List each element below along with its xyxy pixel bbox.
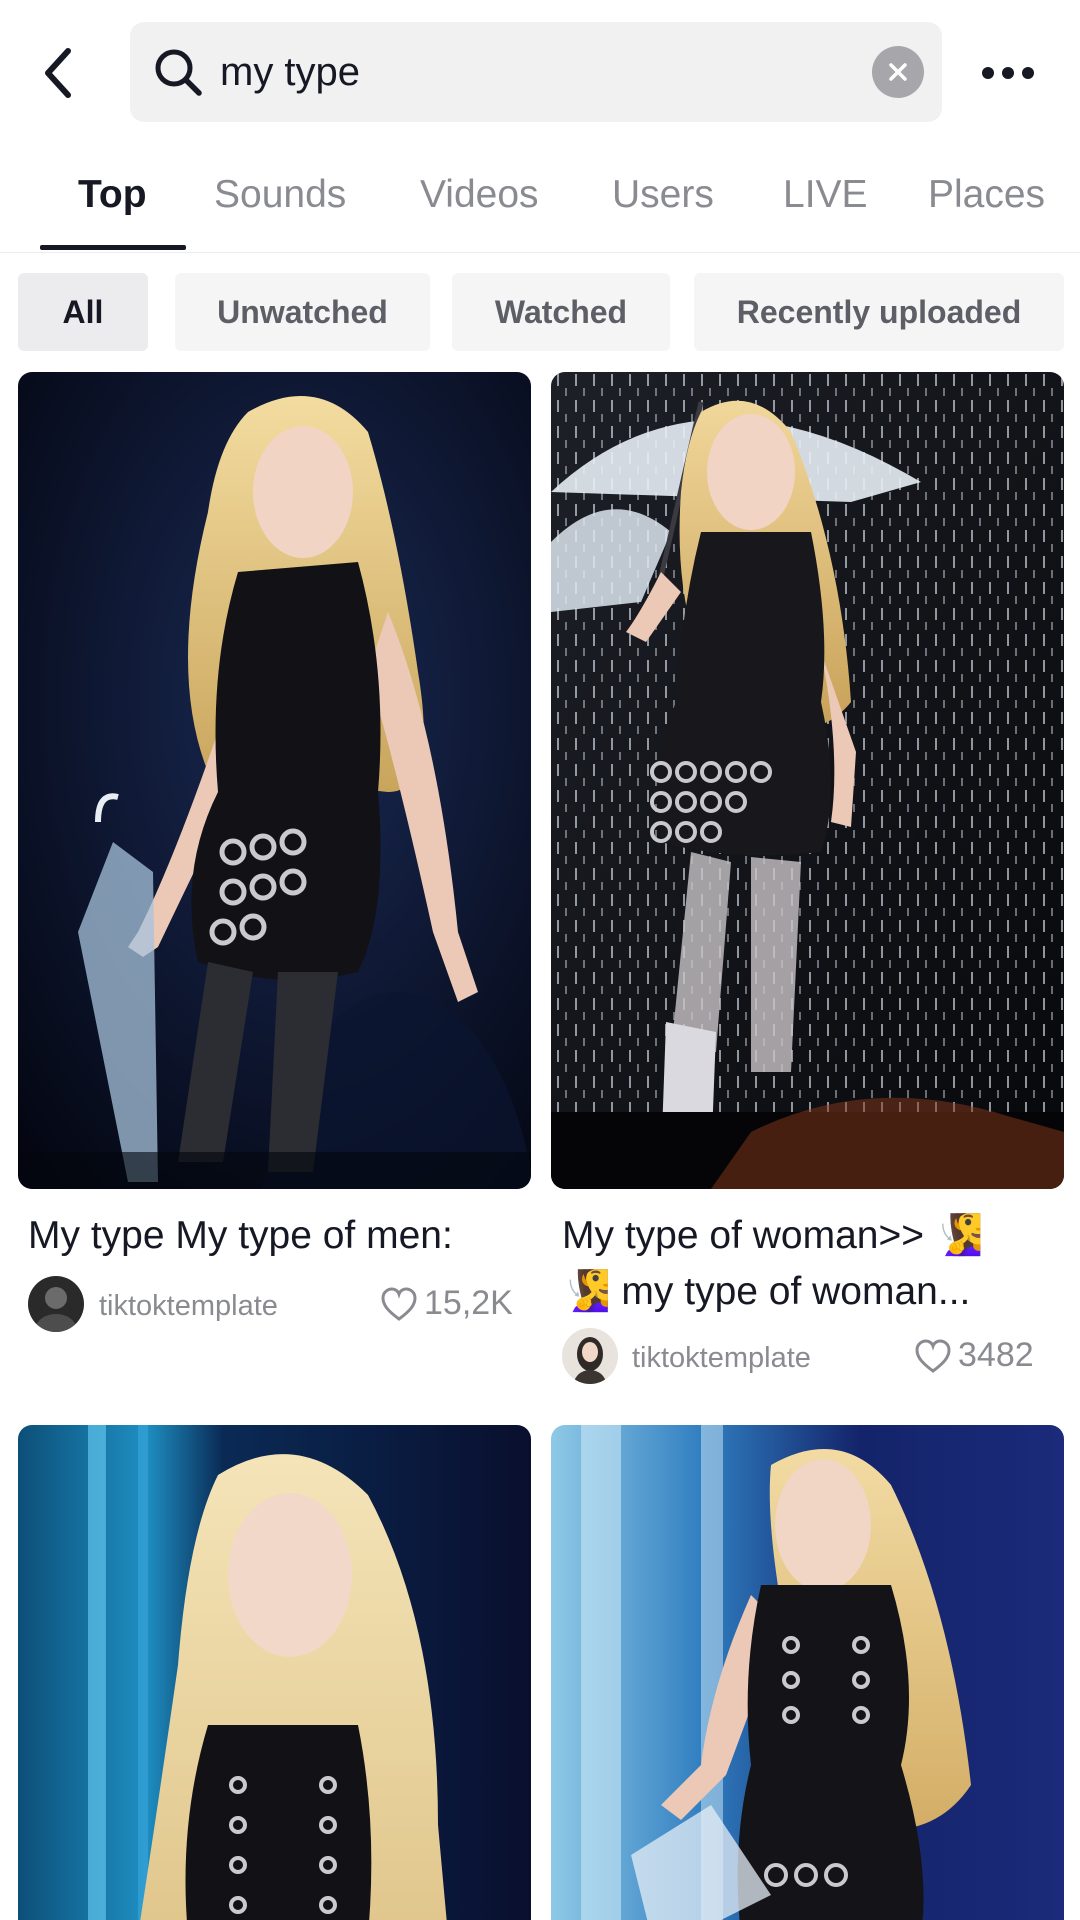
filter-watched[interactable]: Watched	[452, 273, 670, 351]
heart-icon	[381, 1286, 417, 1321]
search-input[interactable]: my type	[220, 22, 360, 122]
filter-recently-uploaded[interactable]: Recently uploaded	[694, 273, 1064, 351]
more-options-button[interactable]	[970, 45, 1046, 101]
more-icon	[982, 67, 994, 79]
search-tabs: Top Sounds Videos Users LIVE Places	[0, 145, 1080, 253]
back-arrow-icon	[45, 48, 71, 98]
video-thumbnail[interactable]	[551, 372, 1064, 1189]
more-icon-dot	[1002, 67, 1014, 79]
tab-users[interactable]: Users	[612, 145, 714, 253]
tab-videos[interactable]: Videos	[420, 145, 539, 253]
active-tab-indicator	[40, 245, 186, 250]
tab-places[interactable]: Places	[928, 145, 1045, 253]
search-bar[interactable]: my type	[130, 22, 942, 122]
video-title-text: my type of woman...	[621, 1270, 971, 1313]
video-thumbnail[interactable]	[551, 1425, 1064, 1920]
heart-icon	[915, 1338, 951, 1373]
author-avatar[interactable]	[28, 1276, 84, 1332]
emoji-deaf-woman: 🧏‍♀️	[934, 1214, 984, 1257]
like-count-text: 15,2K	[424, 1284, 513, 1322]
video-title[interactable]: My type My type of men:	[28, 1208, 453, 1264]
filter-unwatched[interactable]: Unwatched	[175, 273, 430, 351]
search-header: my type	[0, 0, 1080, 145]
like-count[interactable]: 15,2K	[380, 1284, 513, 1323]
clear-search-button[interactable]	[872, 46, 924, 98]
like-count-text: 3482	[958, 1336, 1034, 1374]
video-title-text: My type of woman>>	[562, 1214, 935, 1257]
author-name[interactable]: tiktoktemplate	[632, 1342, 811, 1375]
tab-sounds[interactable]: Sounds	[214, 145, 346, 253]
tab-live[interactable]: LIVE	[783, 145, 868, 253]
emoji-deaf-woman: 🧏‍♀️	[562, 1270, 611, 1313]
tab-top[interactable]: Top	[78, 145, 147, 253]
clear-icon	[889, 63, 907, 81]
author-avatar[interactable]	[562, 1328, 618, 1384]
more-icon-dot	[1022, 67, 1034, 79]
video-thumbnail[interactable]	[18, 1425, 531, 1920]
like-count[interactable]: 3482	[914, 1336, 1034, 1375]
search-icon	[155, 49, 202, 96]
video-title[interactable]: My type of woman>> 🧏‍♀️	[562, 1208, 983, 1264]
back-button[interactable]	[30, 38, 86, 108]
author-name[interactable]: tiktoktemplate	[99, 1290, 278, 1323]
video-thumbnail[interactable]	[18, 372, 531, 1189]
filter-all[interactable]: All	[18, 273, 148, 351]
video-title-line-2[interactable]: 🧏‍♀️ my type of woman...	[562, 1264, 970, 1320]
